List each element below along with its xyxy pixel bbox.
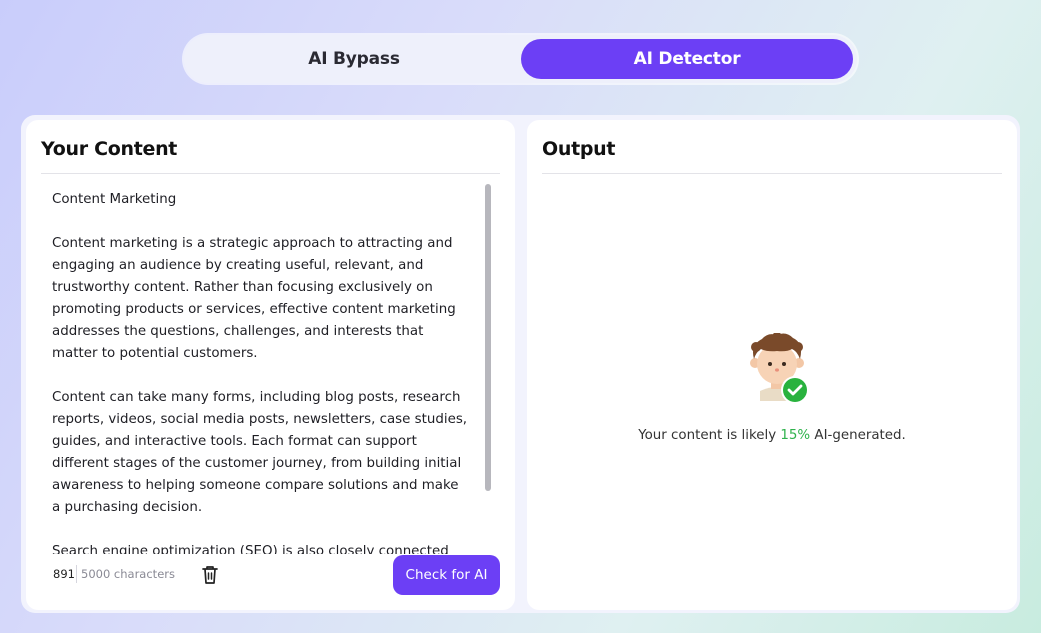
output-panel-title: Output — [542, 138, 616, 160]
divider — [542, 173, 1002, 174]
content-textarea[interactable]: Content Marketing Content marketing is a… — [41, 174, 497, 554]
scrollbar-thumb[interactable] — [485, 184, 491, 491]
result-suffix: AI-generated. — [810, 428, 906, 443]
result-percent: 15% — [780, 428, 811, 443]
mode-toggle: AI Bypass AI Detector — [184, 35, 857, 83]
trash-icon[interactable] — [200, 564, 220, 586]
char-count: 891 — [53, 567, 75, 581]
tab-ai-detector[interactable]: AI Detector — [521, 39, 853, 79]
result-prefix: Your content is likely — [638, 428, 781, 443]
detection-result: Your content is likely 15% AI-generated. — [527, 428, 1017, 443]
input-panel: Your Content Content Marketing Content m… — [26, 120, 515, 610]
output-panel: Output Your content is likely 15% AI-gen… — [527, 120, 1017, 610]
divider — [76, 565, 77, 583]
char-limit: 5000 characters — [81, 567, 175, 581]
content-text[interactable]: Content Marketing Content marketing is a… — [41, 174, 497, 554]
avatar-check-icon — [742, 332, 812, 408]
input-panel-title: Your Content — [41, 138, 178, 160]
check-for-ai-button[interactable]: Check for AI — [393, 555, 500, 595]
tab-ai-bypass[interactable]: AI Bypass — [188, 39, 520, 79]
